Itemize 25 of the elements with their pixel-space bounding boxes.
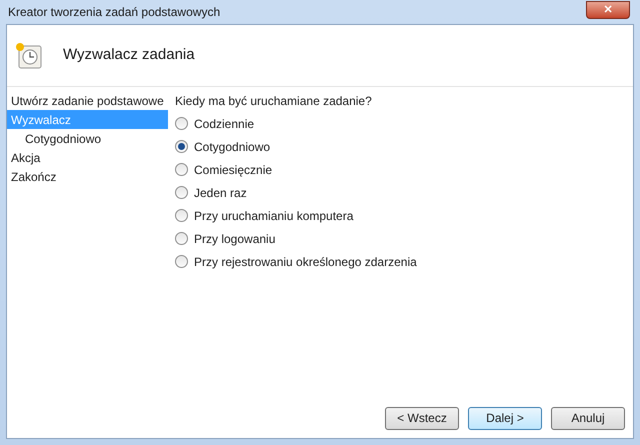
radio-button[interactable]: [175, 163, 188, 176]
radio-button[interactable]: [175, 255, 188, 268]
radio-label: Cotygodniowo: [194, 138, 270, 156]
radio-label: Przy rejestrowaniu określonego zdarzenia: [194, 254, 417, 270]
sidebar-item[interactable]: Akcja: [7, 148, 168, 167]
radio-label: Jeden raz: [194, 184, 247, 202]
radio-button[interactable]: [175, 186, 188, 199]
wizard-button[interactable]: < Wstecz: [385, 406, 459, 430]
wizard-button[interactable]: Anuluj: [551, 406, 625, 430]
sidebar-item[interactable]: Utwórz zadanie podstawowe: [7, 91, 168, 110]
radio-label: Przy uruchamianiu komputera: [194, 208, 354, 224]
sidebar-item[interactable]: Zakończ: [7, 167, 168, 186]
radio-button[interactable]: [175, 232, 188, 245]
radio-label: Comiesięcznie: [194, 162, 272, 178]
radio-button[interactable]: [175, 117, 188, 130]
window-title: Kreator tworzenia zadań podstawowych: [8, 4, 220, 21]
radio-button[interactable]: [175, 209, 188, 222]
radio-button[interactable]: [175, 140, 188, 153]
question-label: Kiedy ma być uruchamiane zadanie?: [175, 92, 373, 110]
sidebar-item[interactable]: Cotygodniowo: [7, 129, 168, 148]
radio-label: Codziennie: [194, 116, 254, 132]
header-title: Wyzwalacz zadania: [63, 45, 195, 66]
clock-icon: [15, 42, 43, 70]
radio-label: Przy logowaniu: [194, 230, 276, 248]
wizard-button[interactable]: Dalej >: [468, 406, 542, 430]
